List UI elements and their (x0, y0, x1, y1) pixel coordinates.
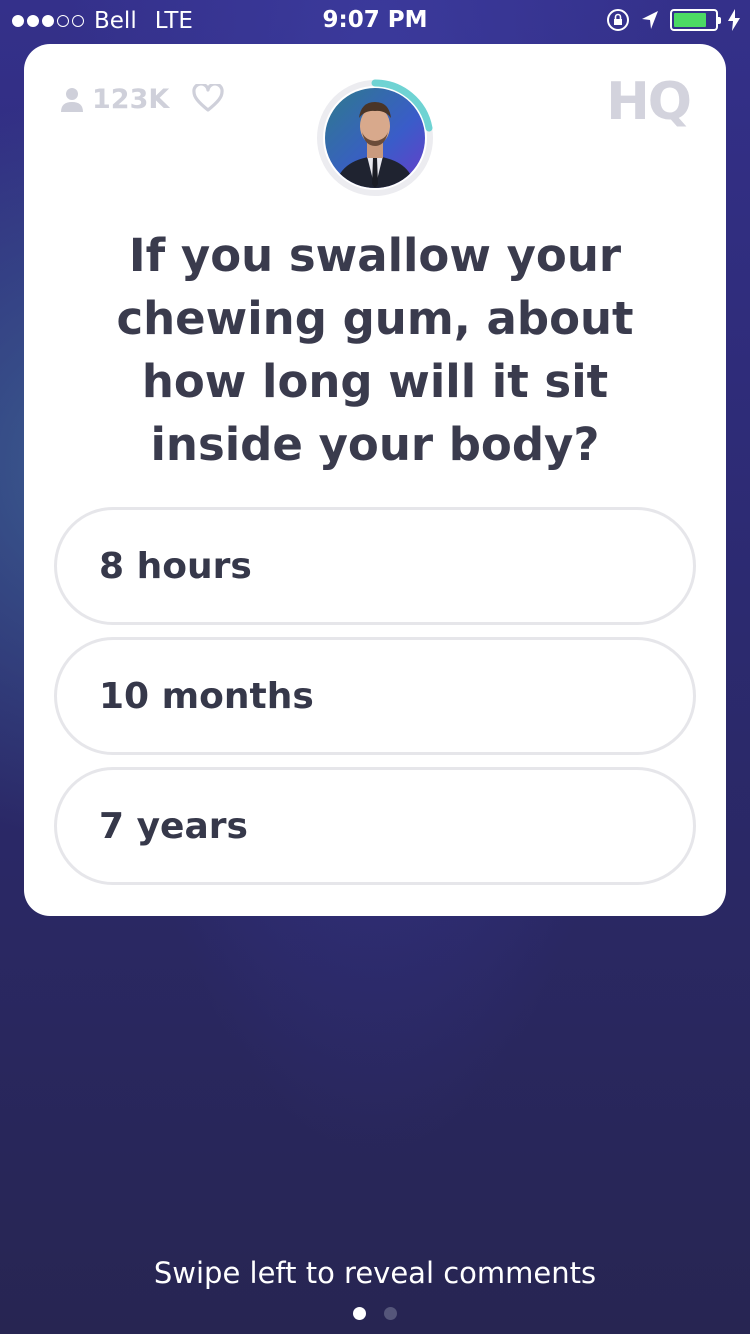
status-right (606, 8, 740, 32)
person-icon (61, 87, 83, 112)
page-indicator[interactable] (0, 1307, 750, 1320)
answer-label: 7 years (99, 805, 248, 847)
answer-option-3[interactable]: 7 years (54, 767, 696, 885)
answer-option-1[interactable]: 8 hours (54, 507, 696, 625)
host-portrait-icon (335, 102, 415, 188)
hq-logo: HQ (606, 72, 692, 132)
heart-icon[interactable] (192, 84, 224, 112)
host-avatar (325, 88, 425, 188)
battery-icon (670, 9, 721, 31)
question-card: 123K HQ If you swallow your chewing gum,… (24, 44, 726, 916)
page-dot-1[interactable] (353, 1307, 366, 1320)
viewer-count-label: 123K (92, 84, 170, 115)
status-bar: Bell LTE 9:07 PM (0, 0, 750, 40)
viewer-count: 123K (60, 84, 169, 115)
answer-option-2[interactable]: 10 months (54, 637, 696, 755)
answer-label: 10 months (99, 675, 314, 717)
question-text: If you swallow your chewing gum, about h… (116, 229, 634, 471)
orientation-lock-icon (607, 9, 629, 31)
location-arrow-icon (642, 11, 658, 29)
page-dot-2[interactable] (384, 1307, 397, 1320)
answer-label: 8 hours (99, 545, 252, 587)
swipe-hint: Swipe left to reveal comments (153, 1256, 597, 1290)
host-avatar-timer (315, 78, 435, 198)
charging-bolt-icon (728, 9, 740, 31)
